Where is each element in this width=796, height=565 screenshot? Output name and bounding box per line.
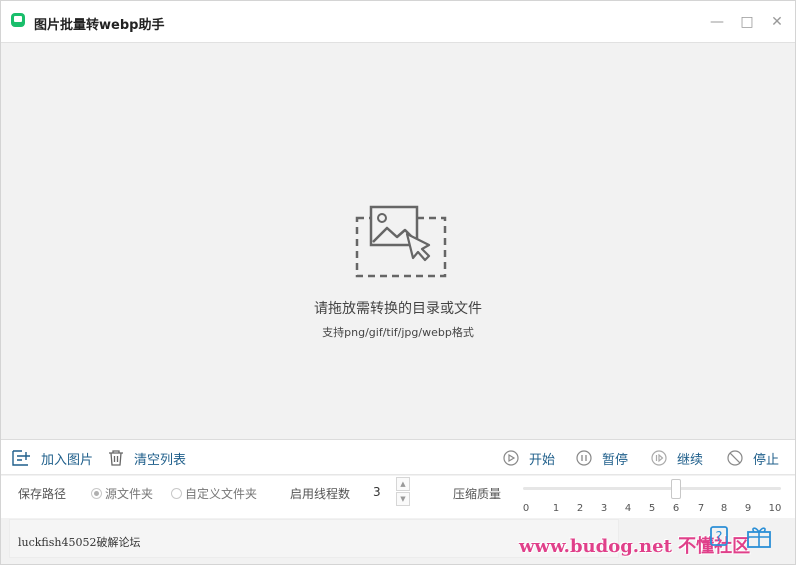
minimize-button[interactable]: — bbox=[706, 11, 728, 33]
quality-slider-track[interactable] bbox=[523, 487, 781, 490]
add-file-icon bbox=[12, 450, 30, 466]
add-images-button[interactable]: 加入图片 bbox=[11, 440, 93, 476]
resume-label: 继续 bbox=[677, 452, 704, 468]
resume-button[interactable]: 继续 bbox=[651, 440, 703, 476]
add-images-label: 加入图片 bbox=[41, 452, 94, 468]
quality-tick: 5 bbox=[648, 503, 656, 514]
quality-tick: 3 bbox=[600, 503, 608, 514]
window-title: 图片批量转webp助手 bbox=[34, 18, 165, 33]
radio-dot bbox=[171, 488, 182, 499]
clear-list-label: 清空列表 bbox=[134, 452, 187, 468]
radio-source-folder[interactable]: 源文件夹 bbox=[91, 485, 153, 502]
radio-source-label: 源文件夹 bbox=[105, 487, 154, 501]
radio-dot bbox=[91, 488, 102, 499]
quality-tick: 8 bbox=[720, 503, 728, 514]
help-icon[interactable]: ? bbox=[708, 525, 732, 547]
stop-label: 停止 bbox=[753, 452, 780, 468]
settings-row: 保存路径 源文件夹 自定义文件夹 启用线程数 3 ▲ ▼ 压缩质量 0 1 2 3 4 5… bbox=[1, 476, 795, 518]
supported-formats: 支持png/gif/tif/jpg/webp格式 bbox=[322, 326, 474, 339]
quality-tick: 4 bbox=[624, 503, 632, 514]
log-text: luckfish45052破解论坛 bbox=[18, 536, 141, 549]
quality-tick: 6 bbox=[672, 503, 680, 514]
stop-icon bbox=[727, 450, 743, 466]
image-drop-icon bbox=[355, 205, 447, 278]
radio-custom-label: 自定义文件夹 bbox=[185, 487, 258, 501]
quality-tick: 9 bbox=[744, 503, 752, 514]
stop-button[interactable]: 停止 bbox=[727, 440, 779, 476]
gift-icon[interactable] bbox=[743, 524, 775, 548]
toolbar: 加入图片 清空列表 开始 暂停 继续 停止 bbox=[1, 439, 795, 475]
threads-input[interactable]: 3 bbox=[373, 485, 381, 499]
save-path-label: 保存路径 bbox=[18, 487, 67, 501]
quality-tick: 7 bbox=[697, 503, 705, 514]
quality-tick: 2 bbox=[576, 503, 584, 514]
quality-slider-thumb[interactable] bbox=[671, 479, 681, 499]
threads-increment-button[interactable]: ▲ bbox=[396, 477, 410, 491]
quality-label: 压缩质量 bbox=[453, 487, 502, 501]
maximize-button[interactable]: □ bbox=[736, 11, 758, 33]
start-label: 开始 bbox=[529, 452, 556, 468]
drop-instruction: 请拖放需转换的目录或文件 bbox=[314, 301, 482, 317]
pause-button[interactable]: 暂停 bbox=[576, 440, 628, 476]
threads-label: 启用线程数 bbox=[290, 487, 351, 501]
quality-tick: 1 bbox=[552, 503, 560, 514]
pause-label: 暂停 bbox=[602, 452, 629, 468]
svg-text:?: ? bbox=[716, 530, 723, 545]
play-icon bbox=[503, 450, 519, 466]
resume-icon bbox=[651, 450, 667, 466]
radio-custom-folder[interactable]: 自定义文件夹 bbox=[171, 485, 257, 502]
file-drop-zone[interactable]: 请拖放需转换的目录或文件 支持png/gif/tif/jpg/webp格式 bbox=[1, 44, 795, 439]
quality-tick: 10 bbox=[768, 503, 782, 514]
pause-icon bbox=[576, 450, 592, 466]
clear-list-button[interactable]: 清空列表 bbox=[108, 440, 186, 476]
close-button[interactable]: ✕ bbox=[766, 11, 788, 33]
start-button[interactable]: 开始 bbox=[503, 440, 555, 476]
threads-decrement-button[interactable]: ▼ bbox=[396, 492, 410, 506]
quality-tick: 0 bbox=[522, 503, 530, 514]
app-window: 图片批量转webp助手 — □ ✕ 请拖放需转换的目录或文件 支持png/gif… bbox=[0, 0, 796, 565]
app-logo-icon bbox=[11, 13, 25, 27]
title-bar[interactable]: 图片批量转webp助手 — □ ✕ bbox=[1, 1, 795, 43]
trash-icon bbox=[109, 450, 123, 466]
